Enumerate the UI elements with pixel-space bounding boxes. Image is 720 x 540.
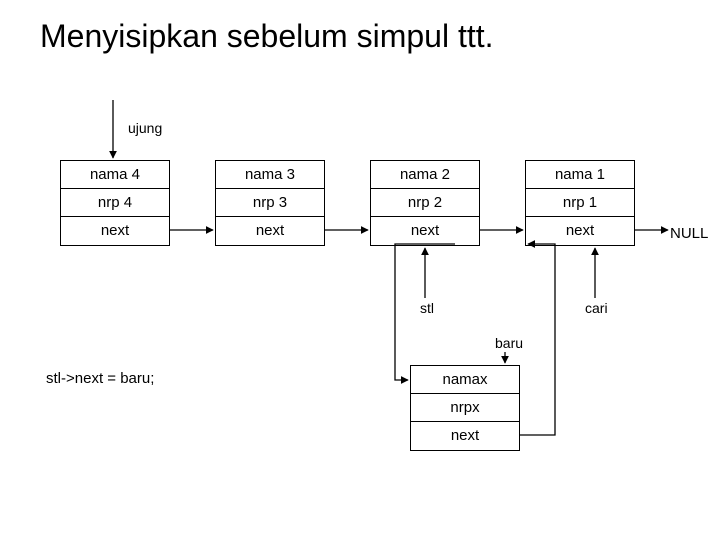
arrows-layer	[0, 0, 720, 540]
cell-next: next	[526, 217, 634, 245]
cell-next: next	[61, 217, 169, 245]
cell-nama: nama 4	[61, 161, 169, 189]
cell-next: next	[216, 217, 324, 245]
cell-nama: nama 3	[216, 161, 324, 189]
cell-nrp: nrpx	[411, 394, 519, 422]
node-2: nama 2 nrp 2 next	[370, 160, 480, 246]
cell-nrp: nrp 3	[216, 189, 324, 217]
page-title: Menyisipkan sebelum simpul ttt.	[40, 18, 494, 55]
label-baru: baru	[495, 335, 523, 351]
label-cari: cari	[585, 300, 608, 316]
cell-nrp: nrp 1	[526, 189, 634, 217]
node-1: nama 1 nrp 1 next	[525, 160, 635, 246]
node-new: namax nrpx next	[410, 365, 520, 451]
cell-nama: namax	[411, 366, 519, 394]
cell-nama: nama 1	[526, 161, 634, 189]
cell-next: next	[411, 422, 519, 450]
label-stl: stl	[420, 300, 434, 316]
cell-nrp: nrp 2	[371, 189, 479, 217]
node-3: nama 3 nrp 3 next	[215, 160, 325, 246]
cell-nama: nama 2	[371, 161, 479, 189]
label-null: NULL	[670, 225, 708, 242]
label-ujung: ujung	[128, 120, 162, 136]
node-4: nama 4 nrp 4 next	[60, 160, 170, 246]
cell-nrp: nrp 4	[61, 189, 169, 217]
code-line: stl->next = baru;	[46, 370, 154, 387]
cell-next: next	[371, 217, 479, 245]
